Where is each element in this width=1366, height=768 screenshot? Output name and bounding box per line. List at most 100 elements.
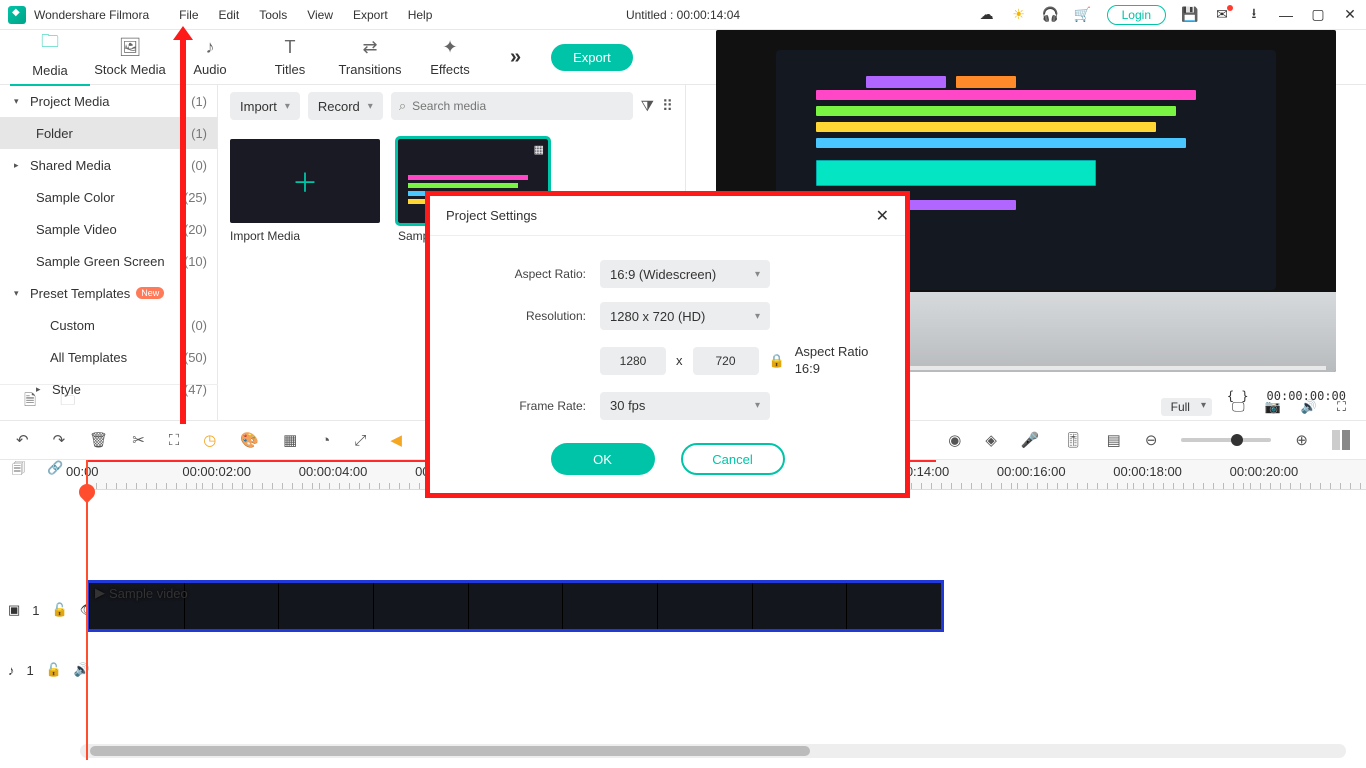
duration-icon[interactable]: ◔ (321, 432, 330, 449)
green-screen-icon[interactable]: ▦ (283, 431, 297, 449)
tab-media[interactable]: 🗀Media (10, 29, 90, 86)
thumb-import-placeholder[interactable]: ＋ Import Media (230, 139, 380, 243)
fullscreen-icon[interactable]: ⛶ (1337, 399, 1346, 415)
aspect-note: Aspect Ratio16:9 (795, 344, 869, 378)
menu-help[interactable]: Help (408, 8, 433, 22)
tab-effects[interactable]: ✦Effects (410, 37, 490, 77)
tab-stock-media[interactable]: 🖼Stock Media (90, 37, 170, 77)
menu-file[interactable]: File (179, 8, 198, 22)
playhead[interactable] (86, 460, 88, 760)
grid-view-icon[interactable]: ⠿ (662, 97, 673, 115)
dd-value: 16:9 (Widescreen) (610, 267, 716, 282)
search-input[interactable] (412, 99, 625, 113)
speed-icon[interactable]: ◷ (203, 431, 216, 449)
open-folder-icon[interactable]: 🗀 (60, 390, 75, 415)
import-dropdown[interactable]: Import▾ (230, 92, 300, 120)
lock-icon[interactable]: 🔒 (769, 353, 785, 369)
width-input[interactable] (600, 347, 666, 375)
cloud-icon[interactable]: ☁ (979, 7, 995, 23)
menu-export[interactable]: Export (353, 8, 388, 22)
lock-icon[interactable]: 🔓 (46, 662, 62, 678)
video-track-icon[interactable]: ▣ (8, 602, 20, 618)
search-icon: ⌕ (399, 98, 406, 114)
tab-transitions[interactable]: ⇄Transitions (330, 37, 410, 77)
zoom-in-icon[interactable]: ⊕ (1295, 431, 1308, 449)
keyframe-left-icon[interactable]: ◀ (390, 431, 402, 449)
dd-value: 30 fps (610, 398, 645, 413)
ruler-tick: 00:00:04:00 (299, 464, 368, 479)
snapshot-icon[interactable]: 📷 (1265, 399, 1281, 415)
audio-mix-icon[interactable]: 🎚 (1064, 431, 1083, 449)
mixer-icon[interactable]: ▤ (1107, 431, 1121, 449)
music-icon: ♪ (206, 37, 215, 58)
frame-rate-dropdown[interactable]: 30 fps▾ (600, 392, 770, 420)
chevron-down-icon: ▾ (755, 311, 760, 322)
view-switch[interactable] (1332, 430, 1350, 450)
adjust-icon[interactable]: ◉ (948, 431, 961, 449)
undo-icon[interactable]: ↶ (16, 431, 29, 449)
aspect-ratio-dropdown[interactable]: 16:9 (Widescreen) ▾ (600, 260, 770, 288)
sparkle-icon: ✦ (442, 37, 457, 58)
timeline-clip[interactable]: ▶Sample video (86, 580, 944, 632)
message-icon[interactable]: ✉ (1214, 7, 1230, 23)
chevron-down-icon: ▾ (755, 269, 760, 280)
tip-icon[interactable]: ☀ (1011, 7, 1027, 23)
menu-view[interactable]: View (307, 8, 333, 22)
ok-button[interactable]: OK (551, 443, 655, 475)
transition-icon: ⇄ (362, 37, 377, 58)
tab-audio-label: Audio (193, 62, 226, 77)
annotation-arrow (180, 34, 186, 424)
record-label: Record (318, 99, 360, 114)
link-icon[interactable]: 🔗 (47, 460, 63, 482)
marker-icon[interactable]: ◈ (985, 431, 997, 449)
color-icon[interactable]: 🎨 (240, 431, 259, 449)
tab-titles[interactable]: TTitles (250, 37, 330, 77)
zoom-out-icon[interactable]: ⊖ (1145, 431, 1158, 449)
fit-icon[interactable]: ⤢ (354, 432, 366, 449)
cart-icon[interactable]: 🛒 (1075, 7, 1091, 23)
export-button[interactable]: Export (551, 44, 633, 71)
new-folder-icon[interactable]: 🗎 (24, 390, 36, 415)
quality-dropdown[interactable]: Full (1161, 398, 1212, 416)
height-input[interactable] (693, 347, 759, 375)
display-icon[interactable]: 🖵 (1232, 399, 1245, 415)
chevron-right-icon: ▸ (14, 160, 24, 171)
search-box[interactable]: ⌕ (391, 92, 633, 120)
tree-count: (1) (191, 94, 207, 109)
thumb-label: Import Media (230, 229, 380, 243)
zoom-slider[interactable] (1181, 438, 1271, 442)
audio-track-icon[interactable]: ♪ (8, 663, 15, 678)
attach-icon[interactable]: 🗐 (12, 460, 25, 482)
filter-icon[interactable]: ⧩ (641, 98, 654, 115)
tree-label: Sample Color (36, 190, 115, 205)
cancel-button[interactable]: Cancel (681, 443, 785, 475)
minimize-icon[interactable]: — (1278, 7, 1294, 23)
clip-label: Sample video (109, 586, 188, 601)
close-icon[interactable]: ✕ (876, 206, 889, 226)
ruler-tick: 00:00:20:00 (1230, 464, 1299, 479)
support-icon[interactable]: 🎧 (1043, 7, 1059, 23)
record-dropdown[interactable]: Record▾ (308, 92, 383, 120)
login-button[interactable]: Login (1107, 5, 1166, 25)
voiceover-icon[interactable]: 🎤 (1021, 431, 1040, 449)
redo-icon[interactable]: ↷ (53, 431, 66, 449)
tabs-more-icon[interactable]: » (510, 46, 521, 69)
crop-icon[interactable]: ⛶ (169, 432, 180, 449)
ruler-tick: 00:00:16:00 (997, 464, 1066, 479)
maximize-icon[interactable]: ▢ (1310, 7, 1326, 23)
menu-tools[interactable]: Tools (259, 8, 287, 22)
tree-count: (0) (191, 318, 207, 333)
menu-edit[interactable]: Edit (219, 8, 240, 22)
save-icon[interactable]: 💾 (1182, 7, 1198, 23)
close-window-icon[interactable]: ✕ (1342, 7, 1358, 23)
volume-icon[interactable]: 🔊 (1301, 399, 1317, 415)
image-icon: 🖼 (119, 37, 142, 58)
resolution-dropdown[interactable]: 1280 x 720 (HD)▾ (600, 302, 770, 330)
cut-icon[interactable]: ✂ (132, 431, 145, 449)
lock-icon[interactable]: 🔓 (52, 602, 68, 618)
tree-label: Sample Video (36, 222, 117, 237)
timeline-scrollbar[interactable] (80, 744, 1346, 758)
download-icon[interactable]: ⭳ (1246, 7, 1262, 23)
delete-icon[interactable]: 🗑 (89, 431, 108, 449)
new-badge: New (136, 287, 164, 299)
